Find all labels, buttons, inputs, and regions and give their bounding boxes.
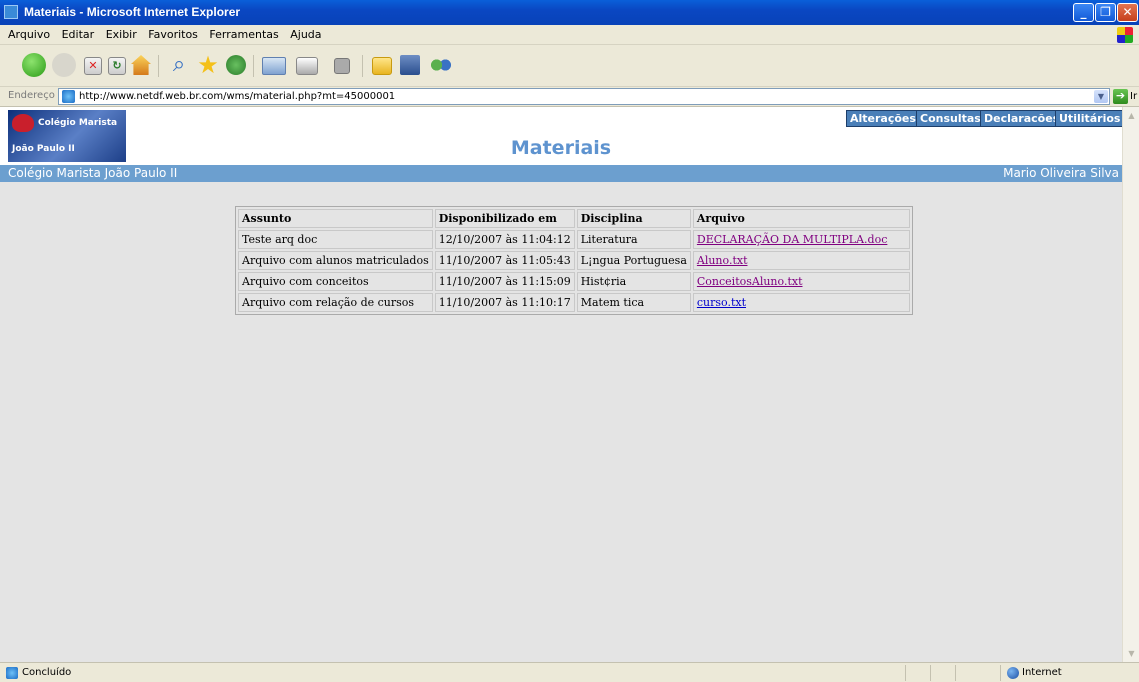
file-link[interactable]: Aluno.txt <box>697 254 748 267</box>
cell-date: 12/10/2007 às 11:04:12 <box>434 230 575 249</box>
research-button[interactable] <box>400 55 420 75</box>
user-name: Mario Oliveira Silva <box>1003 166 1119 180</box>
cell-disciplina: L¡ngua Portuguesa <box>576 251 691 270</box>
table-row: Arquivo com conceitos 11/10/2007 às 11:1… <box>238 272 910 291</box>
status-divider <box>905 665 906 681</box>
window-title: Materiais - Microsoft Internet Explorer <box>24 5 241 19</box>
site-header: Colégio Marista João Paulo II Alterações… <box>0 107 1125 165</box>
menu-favoritos[interactable]: Favoritos <box>148 25 198 45</box>
cell-assunto: Teste arq doc <box>238 230 433 249</box>
cell-arquivo: DECLARAÇÃO DA MULTIPLA.doc <box>692 230 910 249</box>
menu-ferramentas[interactable]: Ferramentas <box>209 25 278 45</box>
menu-exibir[interactable]: Exibir <box>106 25 137 45</box>
column-header-disciplina: Disciplina <box>576 209 691 228</box>
go-arrow-icon[interactable]: ➔ <box>1113 89 1128 104</box>
maximize-button[interactable]: ❐ <box>1095 3 1116 22</box>
menu-ajuda[interactable]: Ajuda <box>290 25 321 45</box>
cell-assunto: Arquivo com relação de cursos <box>238 293 433 312</box>
school-seal-icon <box>12 114 34 132</box>
close-button[interactable]: ✕ <box>1117 3 1138 22</box>
forward-button[interactable] <box>52 53 76 77</box>
status-divider <box>955 665 956 681</box>
address-url[interactable]: http://www.netdf.web.br.com/wms/material… <box>79 91 395 102</box>
nav-utilitarios[interactable]: Utilitários <box>1055 110 1125 127</box>
standard-toolbar: ✕ ↻ ⌕ ★ <box>0 45 1139 87</box>
print-button[interactable] <box>296 57 318 75</box>
toolbar-separator <box>253 55 254 77</box>
history-button[interactable] <box>226 55 246 75</box>
search-button[interactable]: ⌕ <box>167 53 191 77</box>
status-text: Concluído <box>22 667 72 678</box>
file-link[interactable]: ConceitosAluno.txt <box>697 275 803 288</box>
scroll-down-icon[interactable]: ▼ <box>1124 646 1139 661</box>
cell-disciplina: Hist¢ria <box>576 272 691 291</box>
cell-arquivo: ConceitosAluno.txt <box>692 272 910 291</box>
cell-assunto: Arquivo com conceitos <box>238 272 433 291</box>
address-bar: Endereço http://www.netdf.web.br.com/wms… <box>0 87 1139 107</box>
ie-app-icon <box>4 5 18 19</box>
school-name: Colégio Marista João Paulo II <box>8 166 178 180</box>
discuss-button[interactable] <box>372 57 392 75</box>
go-button-label[interactable]: Ir <box>1130 91 1137 102</box>
cell-date: 11/10/2007 às 11:10:17 <box>434 293 575 312</box>
edit-button[interactable] <box>334 58 350 74</box>
toolbar-separator <box>158 55 159 77</box>
page-title: Materiais <box>510 137 612 159</box>
info-band: Colégio Marista João Paulo II Mario Oliv… <box>0 165 1122 182</box>
logo-text-line1: Colégio Marista <box>38 118 118 128</box>
nav-alteracoes[interactable]: Alterações <box>846 110 920 127</box>
address-label: Endereço <box>8 90 55 101</box>
status-divider <box>930 665 931 681</box>
menu-arquivo[interactable]: Arquivo <box>8 25 50 45</box>
stop-button[interactable]: ✕ <box>84 57 102 75</box>
nav-declaracoes[interactable]: Declaracões <box>980 110 1064 127</box>
cell-date: 11/10/2007 às 11:15:09 <box>434 272 575 291</box>
table-row: Teste arq doc 12/10/2007 às 11:04:12 Lit… <box>238 230 910 249</box>
mail-button[interactable] <box>262 57 286 75</box>
cell-assunto: Arquivo com alunos matriculados <box>238 251 433 270</box>
windows-logo-icon <box>1117 27 1133 43</box>
cell-arquivo: Aluno.txt <box>692 251 910 270</box>
window-titlebar: Materiais - Microsoft Internet Explorer … <box>0 0 1139 25</box>
page-viewport: Colégio Marista João Paulo II Alterações… <box>0 107 1139 662</box>
favorites-button[interactable]: ★ <box>196 53 220 77</box>
file-link[interactable]: curso.txt <box>697 296 746 309</box>
column-header-arquivo: Arquivo <box>692 209 910 228</box>
column-header-disponibilizado: Disponibilizado em <box>434 209 575 228</box>
scroll-up-icon[interactable]: ▲ <box>1124 108 1139 123</box>
minimize-button[interactable]: _ <box>1073 3 1094 22</box>
back-button[interactable] <box>22 53 46 77</box>
table-row: Arquivo com relação de cursos 11/10/2007… <box>238 293 910 312</box>
column-header-assunto: Assunto <box>238 209 433 228</box>
toolbar-separator <box>362 55 363 77</box>
menu-editar[interactable]: Editar <box>62 25 95 45</box>
table-row: Arquivo com alunos matriculados 11/10/20… <box>238 251 910 270</box>
status-divider <box>1000 665 1001 681</box>
materials-table: Assunto Disponibilizado em Disciplina Ar… <box>235 206 913 315</box>
internet-zone-icon <box>1007 667 1019 679</box>
page-icon <box>62 90 75 103</box>
cell-date: 11/10/2007 às 11:05:43 <box>434 251 575 270</box>
zone-text: Internet <box>1022 667 1062 678</box>
cell-arquivo: curso.txt <box>692 293 910 312</box>
refresh-button[interactable]: ↻ <box>108 57 126 75</box>
cell-disciplina: Matem tica <box>576 293 691 312</box>
page-done-icon <box>6 667 18 679</box>
nav-consultas[interactable]: Consultas <box>916 110 985 127</box>
cell-disciplina: Literatura <box>576 230 691 249</box>
status-bar: Concluído Internet <box>0 662 1139 682</box>
table-header-row: Assunto Disponibilizado em Disciplina Ar… <box>238 209 910 228</box>
home-button[interactable] <box>131 55 151 75</box>
chevron-down-icon[interactable]: ▼ <box>1094 90 1108 103</box>
messenger-button[interactable] <box>430 55 452 75</box>
menu-bar: Arquivo Editar Exibir Favoritos Ferramen… <box>0 25 1139 45</box>
address-input[interactable]: http://www.netdf.web.br.com/wms/material… <box>58 88 1110 105</box>
file-link[interactable]: DECLARAÇÃO DA MULTIPLA.doc <box>697 233 887 246</box>
vertical-scrollbar[interactable]: ▲ ▼ <box>1122 107 1139 662</box>
